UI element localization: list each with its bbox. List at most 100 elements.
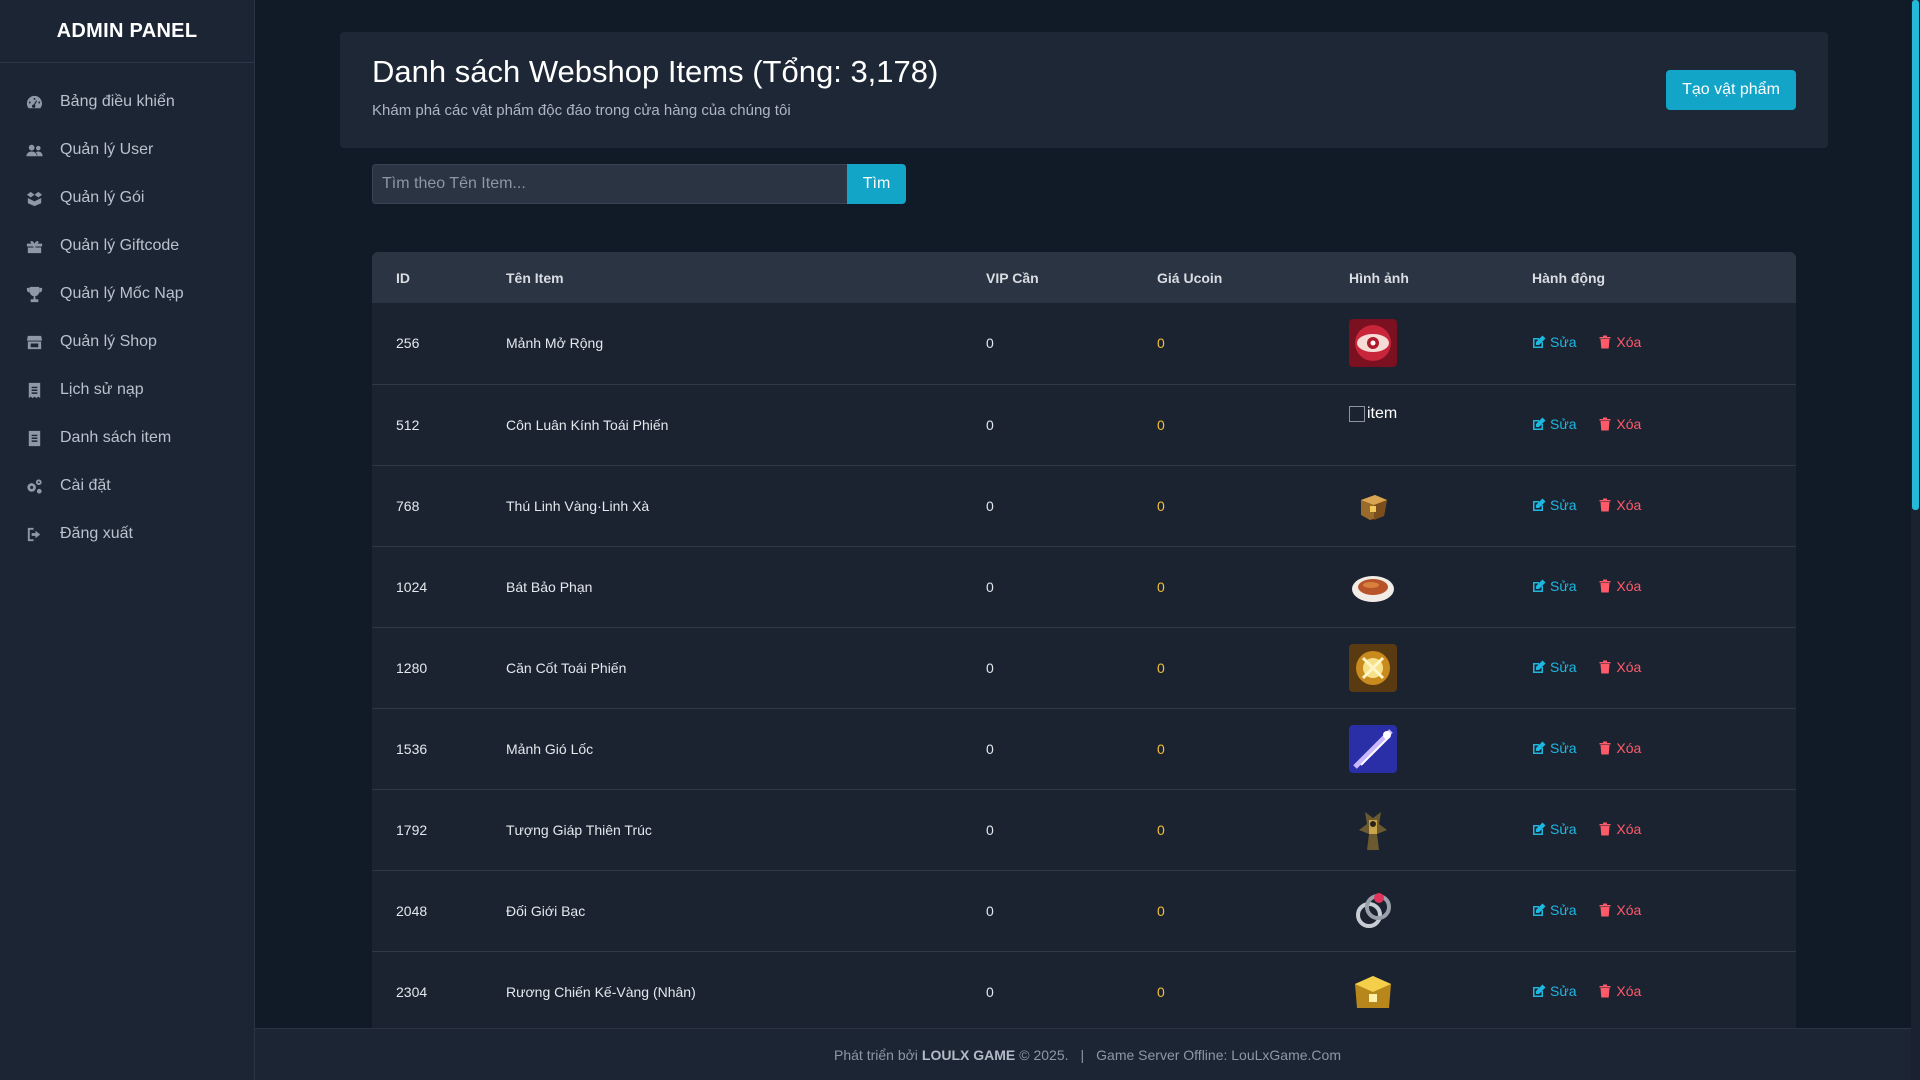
brand-title: ADMIN PANEL [0, 0, 254, 63]
delete-label: Xóa [1616, 658, 1642, 675]
edit-label: Sửa [1550, 577, 1577, 594]
edit-button[interactable]: Sửa [1532, 497, 1577, 513]
table-row: 2304 Rương Chiến Kế-Vàng (Nhân) 0 0 Sửa … [372, 951, 1796, 1028]
edit-button[interactable]: Sửa [1532, 578, 1577, 594]
delete-label: Xóa [1616, 334, 1642, 351]
edit-icon [1533, 498, 1546, 511]
sidebar-item-giftcode[interactable]: Quản lý Giftcode [0, 222, 254, 270]
cell-vip: 0 [986, 983, 994, 1000]
cell-vip: 0 [986, 497, 994, 514]
edit-button[interactable]: Sửa [1532, 902, 1577, 918]
cell-price: 0 [1157, 335, 1165, 352]
cell-vip: 0 [986, 659, 994, 676]
sidebar-item-settings[interactable]: Cài đặt [0, 462, 254, 510]
delete-button[interactable]: Xóa [1598, 821, 1641, 837]
cell-price: 0 [1157, 983, 1165, 1000]
sidebar: ADMIN PANEL Bảng điều khiển Quản lý User… [0, 0, 255, 1080]
sidebar-item-label: Đăng xuất [60, 525, 133, 542]
delete-button[interactable]: Xóa [1598, 983, 1641, 999]
sidebar-item-label: Quản lý User [60, 141, 154, 158]
cell-actions: Sửa Xóa [1532, 627, 1796, 708]
cell-id: 2048 [396, 902, 428, 919]
delete-button[interactable]: Xóa [1598, 578, 1641, 594]
cell-id: 1024 [396, 578, 428, 595]
sidebar-item-label: Quản lý Gói [60, 189, 145, 206]
cell-actions: Sửa Xóa [1532, 303, 1796, 384]
sidebar-item-shop[interactable]: Quản lý Shop [0, 318, 254, 366]
sidebar-item-label: Cài đặt [60, 477, 111, 494]
table-row: 1536 Mảnh Gió Lốc 0 0 Sửa Xóa [372, 708, 1796, 789]
scrollbar-thumb[interactable] [1912, 0, 1919, 510]
sidebar-item-item-list[interactable]: Danh sách item [0, 414, 254, 462]
search-input[interactable] [372, 164, 847, 204]
cell-name: Đối Giới Bạc [506, 902, 586, 919]
cell-id: 512 [396, 416, 420, 433]
item-thumbnail [1361, 494, 1387, 520]
dashboard-icon [24, 92, 44, 112]
item-thumbnail [1349, 724, 1397, 773]
search-button[interactable]: Tìm [847, 164, 906, 204]
delete-label: Xóa [1616, 820, 1642, 837]
item-thumbnail [1355, 975, 1391, 1008]
delete-button[interactable]: Xóa [1598, 659, 1641, 675]
sidebar-item-topup-milestones[interactable]: Quản lý Mốc Nạp [0, 270, 254, 318]
sidebar-item-packages[interactable]: Quản lý Gói [0, 174, 254, 222]
edit-button[interactable]: Sửa [1532, 659, 1577, 675]
page-scrollbar[interactable] [1911, 0, 1920, 1080]
sidebar-item-users[interactable]: Quản lý User [0, 126, 254, 174]
item-thumbnail [1356, 892, 1391, 928]
table-row: 256 Mảnh Mở Rộng 0 0 Sửa Xóa [372, 303, 1796, 384]
delete-button[interactable]: Xóa [1598, 740, 1641, 756]
table-header-row: ID Tên Item VIP Cần Giá Ucoin Hình ảnh H… [372, 252, 1796, 303]
cell-name: Tượng Giáp Thiên Trúc [506, 821, 652, 838]
gears-icon [24, 476, 44, 496]
table-row: 2048 Đối Giới Bạc 0 0 Sửa Xóa [372, 870, 1796, 951]
edit-button[interactable]: Sửa [1532, 821, 1577, 837]
cell-image [1349, 546, 1532, 627]
cell-actions: Sửa Xóa [1532, 951, 1796, 1028]
sidebar-item-logout[interactable]: Đăng xuất [0, 510, 254, 558]
cell-image: item [1349, 384, 1532, 465]
cell-image [1349, 303, 1532, 384]
sidebar-item-label: Lịch sử nạp [60, 381, 144, 398]
column-header-actions: Hành động [1532, 269, 1606, 286]
trash-icon [1599, 660, 1611, 673]
edit-button[interactable]: Sửa [1532, 334, 1577, 350]
delete-button[interactable]: Xóa [1598, 902, 1641, 918]
broken-image-alt: item [1367, 404, 1398, 422]
delete-label: Xóa [1616, 739, 1642, 756]
cell-image [1349, 789, 1532, 870]
sidebar-item-topup-history[interactable]: Lịch sử nạp [0, 366, 254, 414]
table-row: 1792 Tượng Giáp Thiên Trúc 0 0 Sửa Xóa [372, 789, 1796, 870]
cell-id: 1792 [396, 821, 428, 838]
edit-button[interactable]: Sửa [1532, 983, 1577, 999]
footer-year: © 2025. [1019, 1046, 1069, 1063]
list-icon [24, 428, 44, 448]
cell-actions: Sửa Xóa [1532, 546, 1796, 627]
delete-button[interactable]: Xóa [1598, 334, 1641, 350]
item-thumbnail [1352, 575, 1394, 602]
sidebar-item-dashboard[interactable]: Bảng điều khiển [0, 78, 254, 126]
delete-button[interactable]: Xóa [1598, 497, 1641, 513]
cell-image [1349, 465, 1532, 546]
edit-label: Sửa [1550, 739, 1577, 756]
edit-button[interactable]: Sửa [1532, 416, 1577, 432]
footer-brand: LOULX GAME [921, 1046, 1016, 1063]
trash-icon [1599, 741, 1611, 754]
edit-label: Sửa [1550, 901, 1577, 918]
cell-vip: 0 [986, 416, 994, 433]
item-thumbnail [1349, 319, 1397, 368]
edit-button[interactable]: Sửa [1532, 740, 1577, 756]
footer-prefix: Phát triển bởi [834, 1046, 918, 1063]
cell-price: 0 [1157, 497, 1165, 514]
edit-label: Sửa [1550, 658, 1577, 675]
cell-id: 2304 [396, 983, 428, 1000]
page-title: Danh sách Webshop Items (Tổng: 3,178) [372, 54, 939, 89]
trophy-icon [24, 284, 44, 304]
create-item-button[interactable]: Tạo vật phẩm [1666, 70, 1796, 110]
edit-icon [1533, 741, 1546, 754]
sidebar-item-label: Quản lý Giftcode [60, 237, 180, 254]
trash-icon [1599, 417, 1611, 430]
delete-label: Xóa [1616, 577, 1642, 594]
delete-button[interactable]: Xóa [1598, 416, 1641, 432]
